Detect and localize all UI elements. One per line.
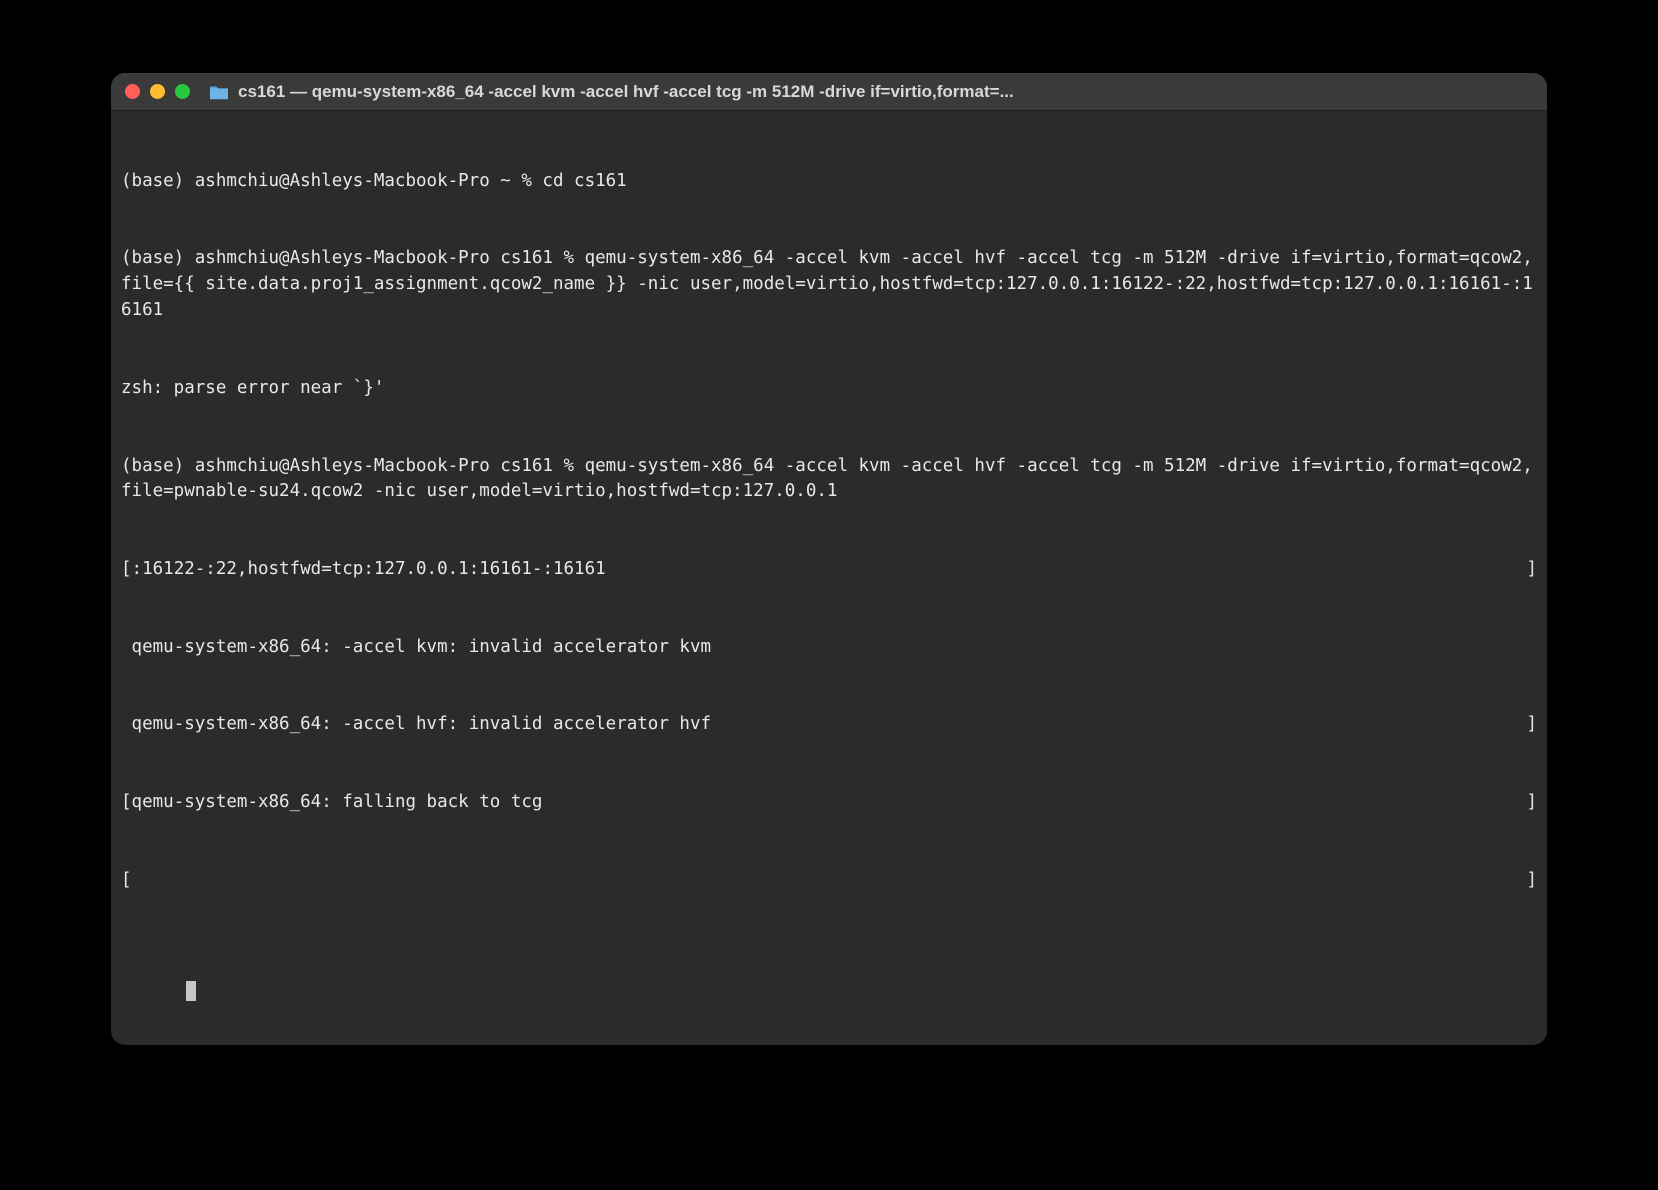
cursor — [186, 981, 196, 1001]
terminal-line: zsh: parse error near `}' — [121, 376, 1537, 402]
terminal-line: [qemu-system-x86_64: falling back to tcg… — [121, 790, 1537, 816]
terminal-line: (base) ashmchiu@Ashleys-Macbook-Pro ~ % … — [121, 169, 1537, 195]
minimize-icon[interactable] — [150, 84, 165, 99]
terminal-body[interactable]: (base) ashmchiu@Ashleys-Macbook-Pro ~ % … — [111, 111, 1547, 1045]
terminal-window: cs161 — qemu-system-x86_64 -accel kvm -a… — [111, 73, 1547, 1045]
folder-icon — [208, 83, 230, 101]
traffic-lights — [125, 84, 190, 99]
terminal-line: [ ] — [121, 868, 1537, 894]
maximize-icon[interactable] — [175, 84, 190, 99]
close-icon[interactable] — [125, 84, 140, 99]
terminal-line: [:16122-:22,hostfwd=tcp:127.0.0.1:16161-… — [121, 557, 1537, 583]
window-title: cs161 — qemu-system-x86_64 -accel kvm -a… — [238, 82, 1533, 102]
titlebar[interactable]: cs161 — qemu-system-x86_64 -accel kvm -a… — [111, 73, 1547, 111]
terminal-line: (base) ashmchiu@Ashleys-Macbook-Pro cs16… — [121, 246, 1537, 324]
terminal-line: [qemu-system-x86_64: -accel hvf: invalid… — [121, 712, 1537, 738]
terminal-line: (base) ashmchiu@Ashleys-Macbook-Pro cs16… — [121, 454, 1537, 506]
terminal-line: [qemu-system-x86_64: -accel kvm: invalid… — [121, 635, 1537, 661]
